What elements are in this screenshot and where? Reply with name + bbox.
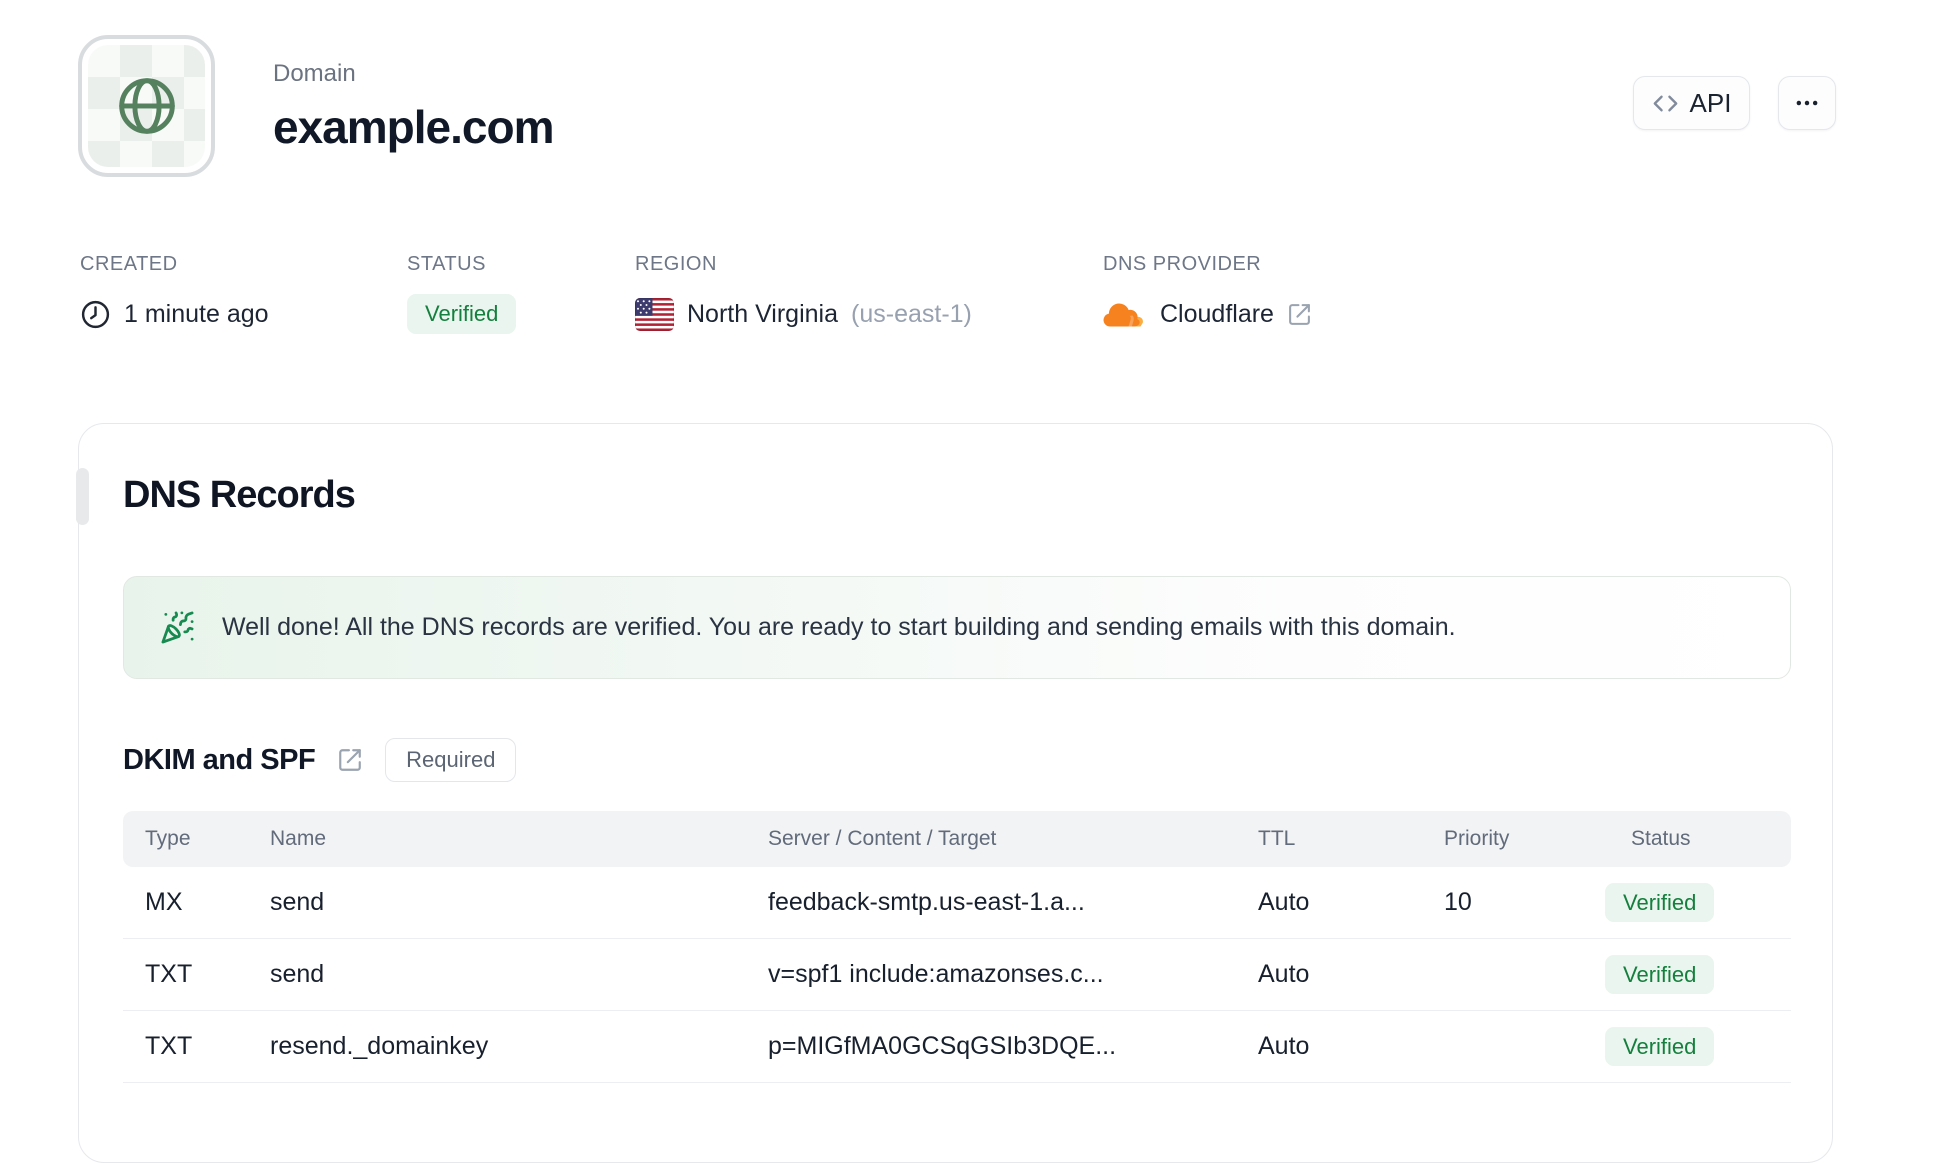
cell-name: resend._domainkey	[270, 1032, 489, 1060]
status-badge: Verified	[1605, 955, 1715, 994]
table-row[interactable]: TXT send v=spf1 include:amazonses.c... A…	[123, 939, 1791, 1011]
ellipsis-icon	[1796, 100, 1818, 106]
clock-icon	[81, 300, 110, 328]
api-button[interactable]: API	[1633, 76, 1750, 130]
meta-dns-provider: DNS PROVIDER Cloudflare	[1103, 253, 1312, 336]
external-link-icon[interactable]	[337, 747, 363, 773]
meta-status: STATUS Verified	[407, 253, 517, 336]
code-icon	[1653, 95, 1677, 111]
domain-avatar	[78, 35, 215, 177]
cell-content: feedback-smtp.us-east-1.a...	[768, 888, 1085, 916]
cloudflare-icon	[1103, 303, 1143, 327]
cell-type: MX	[145, 888, 183, 916]
region-label: REGION	[635, 253, 717, 275]
dns-provider-label: DNS PROVIDER	[1103, 253, 1262, 275]
region-value: North Virginia	[687, 299, 839, 328]
table-row[interactable]: TXT resend._domainkey p=MIGfMA0GCSqGSIb3…	[123, 1011, 1791, 1083]
cell-ttl: Auto	[1258, 1032, 1310, 1060]
us-flag-icon	[635, 297, 674, 331]
created-value: 1 minute ago	[124, 299, 269, 328]
avatar-checkerboard	[88, 45, 205, 167]
success-banner-text: Well done! All the DNS records are verif…	[222, 613, 1456, 641]
cell-ttl: Auto	[1258, 888, 1310, 916]
cell-priority: 10	[1444, 888, 1472, 916]
col-header-priority: Priority	[1444, 827, 1510, 850]
page-title: example.com	[273, 101, 554, 153]
col-header-type: Type	[145, 827, 191, 850]
meta-created: CREATED 1 minute ago	[80, 253, 269, 336]
table-header-row: Type Name Server / Content / Target TTL …	[123, 811, 1791, 867]
cell-name: send	[270, 888, 325, 916]
page-kicker: Domain	[273, 60, 356, 87]
section-scroll-indicator	[76, 468, 89, 525]
card-title: DNS Records	[123, 474, 356, 516]
cell-content: p=MIGfMA0GCSqGSIb3DQE...	[768, 1032, 1117, 1060]
globe-icon	[118, 78, 175, 134]
success-banner: Well done! All the DNS records are verif…	[123, 576, 1791, 679]
external-link-icon[interactable]	[1287, 302, 1312, 327]
table-row[interactable]: MX send feedback-smtp.us-east-1.a... Aut…	[123, 867, 1791, 939]
party-popper-icon	[161, 611, 194, 644]
status-label: STATUS	[407, 253, 486, 275]
col-header-ttl: TTL	[1258, 827, 1296, 850]
meta-region: REGION North Virginia (us-east-1)	[635, 253, 972, 336]
cell-content: v=spf1 include:amazonses.c...	[768, 960, 1104, 988]
col-header-status: Status	[1631, 827, 1691, 850]
created-label: CREATED	[80, 253, 178, 275]
status-badge: Verified	[1605, 883, 1715, 922]
col-header-name: Name	[270, 827, 327, 850]
more-button[interactable]	[1778, 76, 1836, 130]
cell-type: TXT	[145, 1032, 193, 1060]
cell-type: TXT	[145, 960, 193, 988]
required-badge: Required	[385, 738, 517, 782]
cell-ttl: Auto	[1258, 960, 1310, 988]
region-code: (us-east-1)	[851, 299, 972, 328]
section-title: DKIM and SPF	[123, 743, 316, 776]
dns-records-card: DNS Records Well done! All the DNS recor…	[76, 423, 1833, 1163]
cell-name: send	[270, 960, 325, 988]
dns-provider-value: Cloudflare	[1160, 299, 1274, 328]
col-header-content: Server / Content / Target	[768, 827, 997, 850]
status-badge: Verified	[407, 294, 517, 334]
status-badge: Verified	[1605, 1027, 1715, 1066]
api-button-label: API	[1689, 87, 1732, 118]
dns-records-table: Type Name Server / Content / Target TTL …	[123, 811, 1791, 1083]
